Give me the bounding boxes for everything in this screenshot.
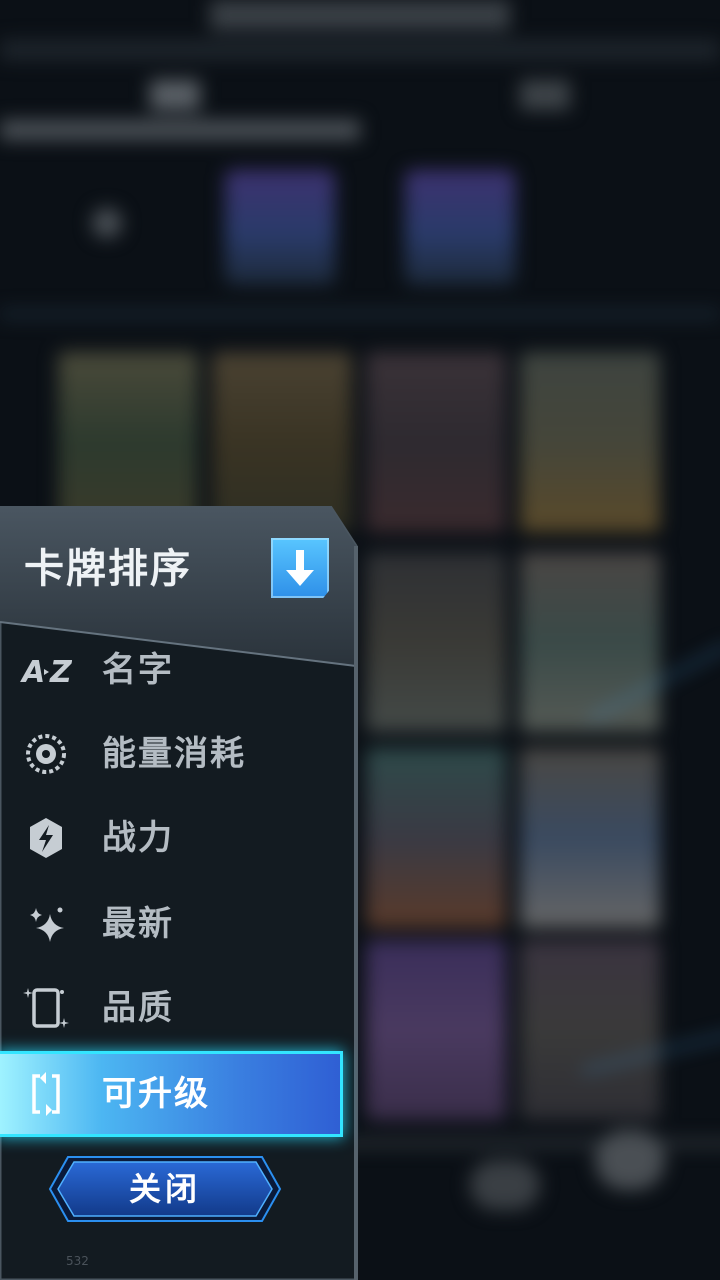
a-z-icon: A Z — [20, 655, 72, 690]
sort-option-newest[interactable]: 最新 — [0, 884, 344, 964]
sort-direction-button[interactable] — [271, 538, 329, 598]
quality-card-icon — [23, 988, 69, 1028]
sort-option-name[interactable]: A Z 名字 — [0, 630, 344, 710]
footer-number: 532 — [66, 1254, 89, 1268]
sort-option-label: 最新 — [102, 904, 174, 944]
svg-text:A: A — [20, 655, 45, 690]
sort-option-label: 名字 — [102, 650, 174, 690]
svg-text:Z: Z — [49, 655, 72, 690]
sort-option-label: 可升级 — [102, 1074, 210, 1114]
upgradable-card-icon — [32, 1072, 60, 1116]
sort-option-upgradable[interactable]: 可升级 — [0, 1054, 340, 1134]
power-shield-icon — [30, 818, 62, 858]
close-button[interactable]: 关闭 — [48, 1155, 282, 1223]
sort-option-quality[interactable]: 品质 — [0, 968, 344, 1048]
sparkle-icon — [30, 907, 64, 942]
sort-option-label: 品质 — [102, 988, 174, 1028]
arrow-down-icon — [286, 550, 314, 586]
sort-option-power[interactable]: 战力 — [0, 798, 344, 878]
panel-title: 卡牌排序 — [24, 546, 192, 592]
sort-option-label: 能量消耗 — [102, 734, 246, 774]
close-button-label: 关闭 — [128, 1170, 201, 1208]
sort-option-energy-cost[interactable]: 能量消耗 — [0, 714, 344, 794]
energy-cost-icon — [26, 734, 66, 774]
sort-option-label: 战力 — [102, 818, 174, 858]
